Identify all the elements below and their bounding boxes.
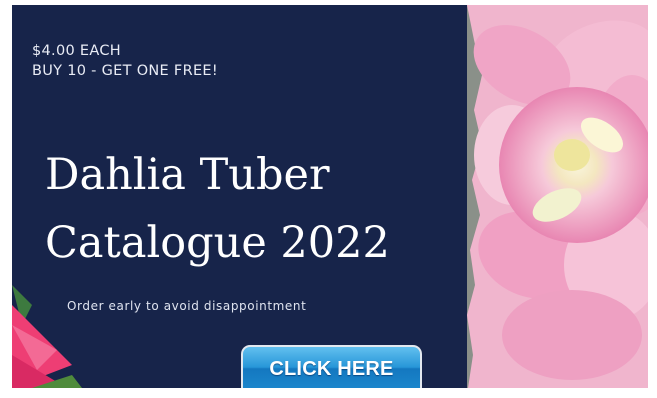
- petal: [502, 290, 642, 380]
- catalogue-banner: $4.00 EACH BUY 10 - GET ONE FREE! Dahlia…: [12, 5, 648, 388]
- bulk-offer: BUY 10 - GET ONE FREE!: [32, 63, 218, 79]
- price-each: $4.00 EACH: [32, 43, 121, 59]
- tagline: Order early to avoid disappointment: [67, 299, 307, 313]
- catalogue-title-line-1: Dahlia Tuber: [45, 150, 330, 200]
- click-here-button[interactable]: CLICK HERE: [241, 345, 422, 388]
- petal: [554, 139, 590, 171]
- catalogue-title-line-2: Catalogue 2022: [45, 218, 390, 268]
